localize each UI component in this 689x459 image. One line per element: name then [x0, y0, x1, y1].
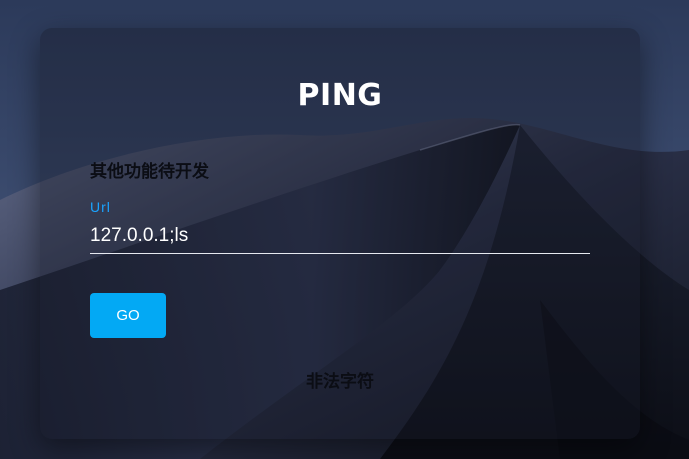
url-field-label: Url — [90, 199, 111, 215]
go-button[interactable]: GO — [90, 293, 166, 338]
result-message: 非法字符 — [306, 372, 374, 392]
url-input[interactable] — [90, 214, 590, 254]
feature-notice: 其他功能待开发 — [90, 162, 209, 182]
ping-card: PING 其他功能待开发 Url GO 非法字符 — [40, 28, 640, 439]
page-title: PING — [297, 78, 383, 113]
